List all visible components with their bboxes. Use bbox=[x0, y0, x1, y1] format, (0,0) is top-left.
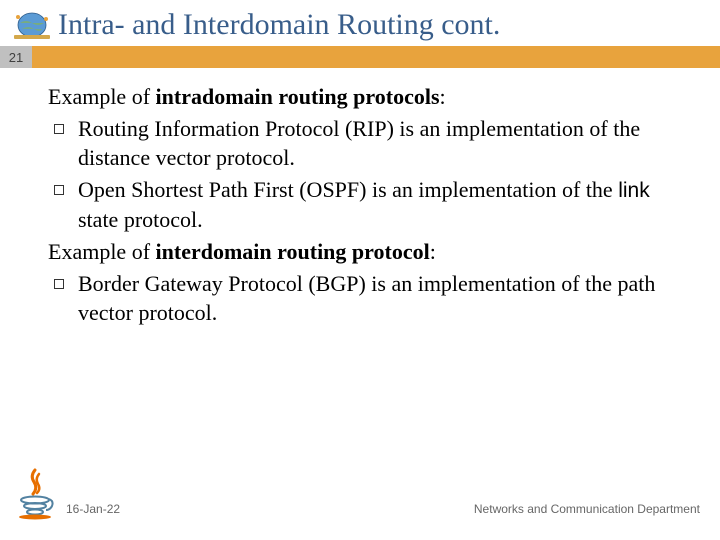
intradomain-heading: Example of intradomain routing protocols… bbox=[48, 82, 690, 112]
slide-header: Intra- and Interdomain Routing cont. bbox=[0, 0, 720, 46]
interdomain-heading: Example of interdomain routing protocol: bbox=[48, 237, 690, 267]
page-number: 21 bbox=[0, 46, 32, 68]
footer-department: Networks and Communication Department bbox=[474, 502, 700, 516]
bullet-text-ospf: Open Shortest Path First (OSPF) is an im… bbox=[78, 175, 690, 235]
slide-footer: 16-Jan-22 Networks and Communication Dep… bbox=[0, 466, 720, 522]
heading-suffix: : bbox=[430, 239, 436, 264]
bullet-text-part: state protocol. bbox=[78, 207, 203, 232]
heading-bold: intradomain routing protocols bbox=[156, 84, 440, 109]
bullet-icon bbox=[54, 185, 64, 195]
bullet-item: Open Shortest Path First (OSPF) is an im… bbox=[48, 175, 690, 235]
slide-title: Intra- and Interdomain Routing cont. bbox=[58, 8, 500, 42]
heading-prefix: Example of bbox=[48, 239, 156, 264]
link-text: link bbox=[618, 179, 650, 202]
bullet-text-bgp: Border Gateway Protocol (BGP) is an impl… bbox=[78, 269, 690, 328]
heading-prefix: Example of bbox=[48, 84, 156, 109]
accent-stripe: 21 bbox=[0, 46, 720, 68]
orange-bar bbox=[32, 46, 720, 68]
globe-network-icon bbox=[12, 9, 52, 41]
slide-body: Example of intradomain routing protocols… bbox=[0, 68, 720, 328]
bullet-item: Routing Information Protocol (RIP) is an… bbox=[48, 114, 690, 173]
bullet-text-part: Open Shortest Path First (OSPF) is an im… bbox=[78, 177, 618, 202]
footer-date: 16-Jan-22 bbox=[66, 502, 120, 516]
heading-suffix: : bbox=[440, 84, 446, 109]
bullet-text-rip: Routing Information Protocol (RIP) is an… bbox=[78, 114, 690, 173]
bullet-item: Border Gateway Protocol (BGP) is an impl… bbox=[48, 269, 690, 328]
java-logo-icon bbox=[12, 466, 58, 522]
bullet-icon bbox=[54, 279, 64, 289]
heading-bold: interdomain routing protocol bbox=[156, 239, 430, 264]
bullet-icon bbox=[54, 124, 64, 134]
